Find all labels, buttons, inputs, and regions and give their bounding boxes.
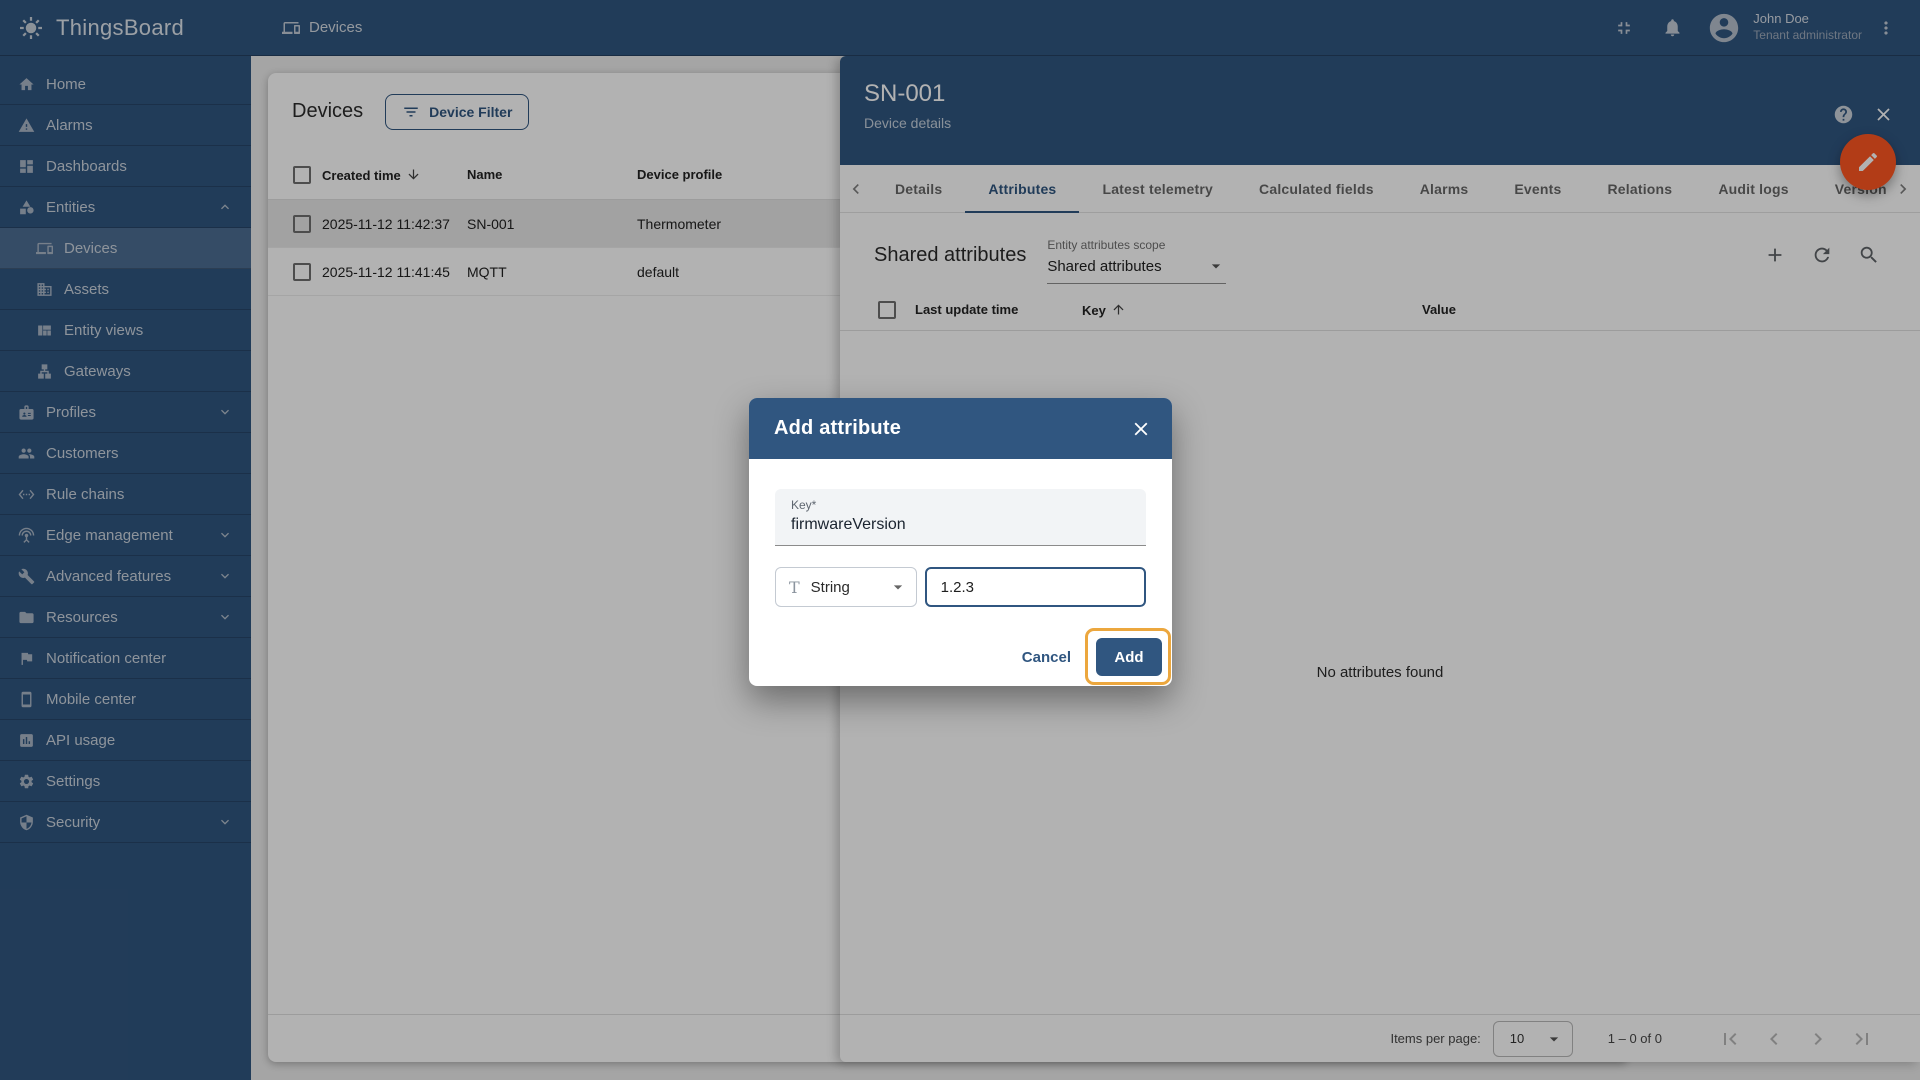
text-type-icon: T	[789, 578, 800, 597]
dialog-close-icon[interactable]	[1130, 418, 1152, 440]
value-type-value: String	[811, 579, 877, 596]
dialog-body: Key* firmwareVersion T String 1.2.3 Canc…	[749, 459, 1172, 676]
value-type-select[interactable]: T String	[775, 567, 917, 607]
cancel-button[interactable]: Cancel	[1012, 649, 1081, 666]
add-attribute-dialog: Add attribute Key* firmwareVersion T Str…	[749, 398, 1172, 686]
caret-down-icon	[888, 577, 908, 597]
type-row: T String 1.2.3	[775, 567, 1146, 607]
dialog-title: Add attribute	[774, 417, 901, 440]
key-field[interactable]: Key* firmwareVersion	[775, 489, 1146, 546]
attribute-value-text: 1.2.3	[941, 579, 974, 596]
add-button[interactable]: Add	[1096, 638, 1162, 676]
attribute-value-input[interactable]: 1.2.3	[925, 567, 1146, 607]
key-field-label: Key*	[791, 498, 1130, 512]
key-field-value: firmwareVersion	[791, 516, 1130, 534]
thingsboard-app: ThingsBoard Devices John Doe Tenant admi…	[0, 0, 1920, 1080]
dialog-header: Add attribute	[749, 398, 1172, 459]
dialog-actions: Cancel Add	[775, 638, 1162, 676]
